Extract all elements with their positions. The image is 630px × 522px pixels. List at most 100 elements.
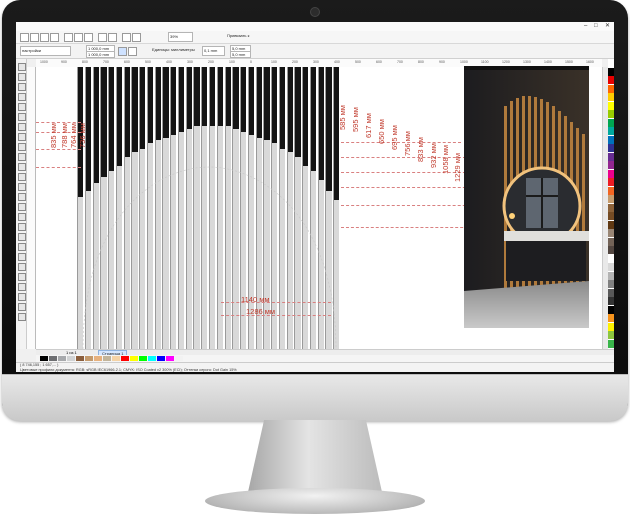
tool-icon[interactable] bbox=[18, 233, 26, 241]
copy-icon[interactable] bbox=[74, 33, 83, 42]
preset-select[interactable]: настройки bbox=[20, 46, 71, 56]
landscape-icon[interactable] bbox=[128, 47, 137, 56]
tool-icon[interactable] bbox=[18, 153, 26, 161]
color-swatch[interactable] bbox=[608, 254, 614, 263]
page-height-field[interactable]: 1 000,0 mm bbox=[86, 51, 115, 58]
color-swatch[interactable] bbox=[608, 297, 614, 305]
color-swatch[interactable] bbox=[94, 356, 102, 361]
tool-icon[interactable] bbox=[18, 73, 26, 81]
paste-icon[interactable] bbox=[84, 33, 93, 42]
color-swatch[interactable] bbox=[608, 263, 614, 271]
color-swatch[interactable] bbox=[608, 229, 614, 237]
import-icon[interactable] bbox=[122, 33, 131, 42]
color-swatch[interactable] bbox=[85, 356, 93, 361]
color-swatch[interactable] bbox=[608, 76, 614, 84]
color-swatch[interactable] bbox=[608, 246, 614, 254]
tool-icon[interactable] bbox=[18, 183, 26, 191]
tool-icon[interactable] bbox=[18, 243, 26, 251]
duplicate-y-field[interactable]: 5,0 mm bbox=[230, 51, 251, 58]
tool-icon[interactable] bbox=[18, 293, 26, 301]
close-icon[interactable]: ✕ bbox=[605, 23, 610, 30]
color-swatch[interactable] bbox=[608, 118, 614, 127]
tool-icon[interactable] bbox=[18, 143, 26, 151]
minimize-icon[interactable]: – bbox=[584, 23, 587, 30]
color-swatch[interactable] bbox=[608, 84, 614, 93]
color-swatch[interactable] bbox=[121, 356, 129, 361]
tool-icon[interactable] bbox=[18, 283, 26, 291]
color-swatch[interactable] bbox=[49, 356, 57, 361]
color-swatch[interactable] bbox=[608, 331, 614, 339]
tool-icon[interactable] bbox=[18, 313, 26, 321]
color-swatch[interactable] bbox=[608, 314, 614, 322]
tool-icon[interactable] bbox=[18, 263, 26, 271]
color-swatch[interactable] bbox=[40, 356, 48, 361]
new-file-icon[interactable] bbox=[20, 33, 29, 42]
color-swatch[interactable] bbox=[608, 195, 614, 203]
color-swatch[interactable] bbox=[608, 101, 614, 110]
color-swatch[interactable] bbox=[608, 271, 614, 280]
color-swatch[interactable] bbox=[608, 280, 614, 288]
tool-icon[interactable] bbox=[18, 83, 26, 91]
tool-icon[interactable] bbox=[18, 193, 26, 201]
color-swatch[interactable] bbox=[148, 356, 156, 361]
color-swatch[interactable] bbox=[608, 59, 614, 67]
color-swatch[interactable] bbox=[112, 356, 120, 361]
color-swatch[interactable] bbox=[608, 110, 614, 118]
print-icon[interactable] bbox=[50, 33, 59, 42]
color-swatch[interactable] bbox=[608, 288, 614, 297]
zoom-select[interactable]: 39% bbox=[168, 32, 193, 42]
maximize-icon[interactable]: □ bbox=[594, 23, 598, 30]
color-swatch[interactable] bbox=[608, 237, 614, 246]
color-swatch[interactable] bbox=[608, 152, 614, 161]
tool-icon[interactable] bbox=[18, 103, 26, 111]
color-swatch[interactable] bbox=[157, 356, 165, 361]
tool-icon[interactable] bbox=[18, 133, 26, 141]
open-file-icon[interactable] bbox=[30, 33, 39, 42]
tool-icon[interactable] bbox=[18, 303, 26, 311]
color-swatch[interactable] bbox=[139, 356, 147, 361]
color-swatch[interactable] bbox=[58, 356, 66, 361]
color-swatch[interactable] bbox=[608, 67, 614, 76]
tool-icon[interactable] bbox=[18, 203, 26, 211]
color-swatch[interactable] bbox=[608, 322, 614, 331]
color-swatch[interactable] bbox=[608, 212, 614, 220]
snap-to-menu[interactable]: Привязать к bbox=[226, 32, 257, 40]
tool-icon[interactable] bbox=[18, 123, 26, 131]
tool-icon[interactable] bbox=[18, 273, 26, 281]
tool-icon[interactable] bbox=[18, 253, 26, 261]
tool-icon[interactable] bbox=[18, 63, 26, 71]
color-swatch[interactable] bbox=[608, 93, 614, 101]
redo-icon[interactable] bbox=[108, 33, 117, 42]
color-swatch[interactable] bbox=[608, 135, 614, 144]
color-swatch[interactable] bbox=[608, 144, 614, 152]
color-swatch[interactable] bbox=[67, 356, 75, 361]
color-swatch[interactable] bbox=[608, 169, 614, 178]
color-swatch[interactable] bbox=[608, 161, 614, 169]
color-swatch[interactable] bbox=[76, 356, 84, 361]
export-icon[interactable] bbox=[132, 33, 141, 42]
tool-icon[interactable] bbox=[18, 93, 26, 101]
color-swatch[interactable] bbox=[608, 305, 614, 314]
tool-icon[interactable] bbox=[18, 213, 26, 221]
tool-icon[interactable] bbox=[18, 173, 26, 181]
color-swatch[interactable] bbox=[103, 356, 111, 361]
units-select[interactable]: Единицы: миллиметры bbox=[151, 46, 198, 54]
tool-icon[interactable] bbox=[18, 113, 26, 121]
color-swatch[interactable] bbox=[608, 186, 614, 195]
color-swatch[interactable] bbox=[130, 356, 138, 361]
reference-photo[interactable] bbox=[464, 66, 589, 328]
tool-icon[interactable] bbox=[18, 163, 26, 171]
color-swatch[interactable] bbox=[608, 127, 614, 135]
cut-icon[interactable] bbox=[64, 33, 73, 42]
undo-icon[interactable] bbox=[98, 33, 107, 42]
color-swatch[interactable] bbox=[608, 178, 614, 186]
color-swatch[interactable] bbox=[608, 339, 614, 348]
color-swatch[interactable] bbox=[175, 356, 183, 361]
color-swatch[interactable] bbox=[608, 220, 614, 229]
color-profile-info[interactable]: Цветовые профили документа: RGB: sRGB IE… bbox=[20, 368, 237, 372]
color-swatch[interactable] bbox=[608, 203, 614, 212]
portrait-icon[interactable] bbox=[118, 47, 127, 56]
save-icon[interactable] bbox=[40, 33, 49, 42]
tool-icon[interactable] bbox=[18, 223, 26, 231]
nudge-field[interactable]: 0,1 mm bbox=[202, 46, 225, 56]
